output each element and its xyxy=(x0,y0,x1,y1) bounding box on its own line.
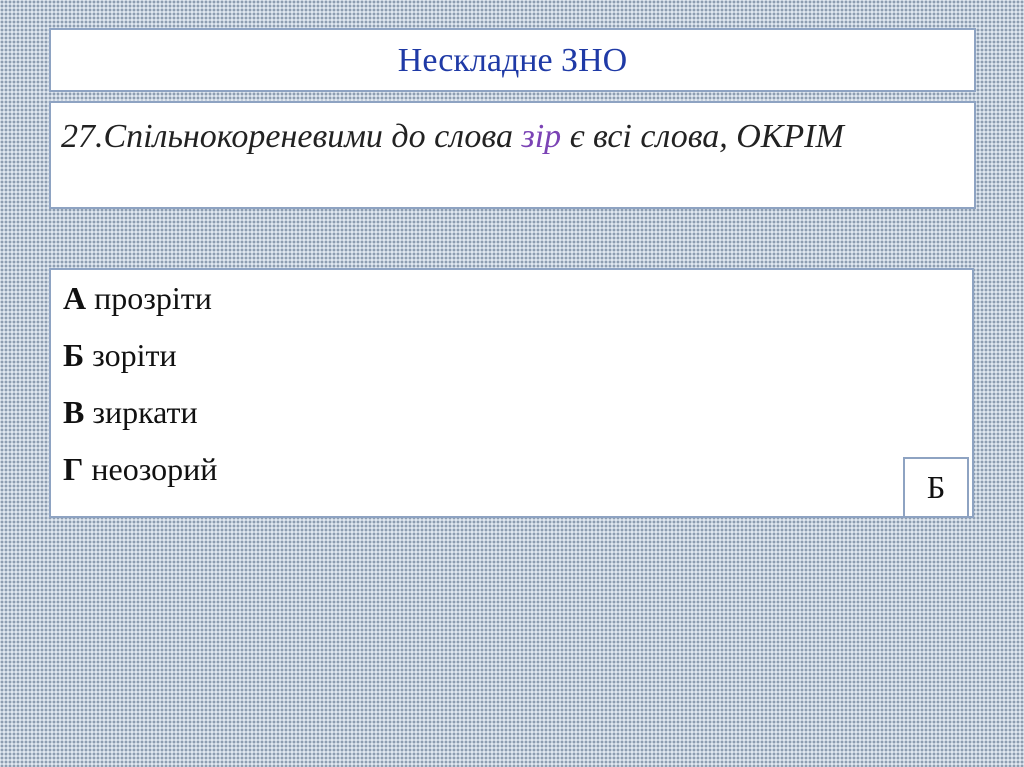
question-prefix: 27.Спільнокореневими до слова xyxy=(61,118,522,155)
question-text: 27.Спільнокореневими до слова зір є всі … xyxy=(61,115,941,159)
question-suffix: є всі слова, ОКРІМ xyxy=(561,118,844,155)
option-text: неозорий xyxy=(83,451,218,487)
option-text: прозріти xyxy=(86,280,212,316)
question-highlight-word: зір xyxy=(521,118,562,155)
option-text: зоріти xyxy=(84,337,177,373)
option-letter: Б xyxy=(63,337,85,373)
title-box: Нескладне ЗНО xyxy=(49,28,976,92)
option-d: Г неозорий xyxy=(63,451,217,488)
option-c: В зиркати xyxy=(63,394,198,431)
option-b: Б зоріти xyxy=(63,337,177,374)
options-box: А прозріти Б зоріти В зиркати Г неозорий xyxy=(49,268,974,518)
option-letter: Г xyxy=(63,451,84,487)
page-title: Нескладне ЗНО xyxy=(397,42,628,79)
option-letter: А xyxy=(63,280,87,316)
option-letter: В xyxy=(63,394,85,430)
option-text: зиркати xyxy=(84,394,198,430)
option-a: А прозріти xyxy=(63,280,212,317)
answer-box: Б xyxy=(903,457,969,518)
question-box: 27.Спільнокореневими до слова зір є всі … xyxy=(49,101,976,209)
